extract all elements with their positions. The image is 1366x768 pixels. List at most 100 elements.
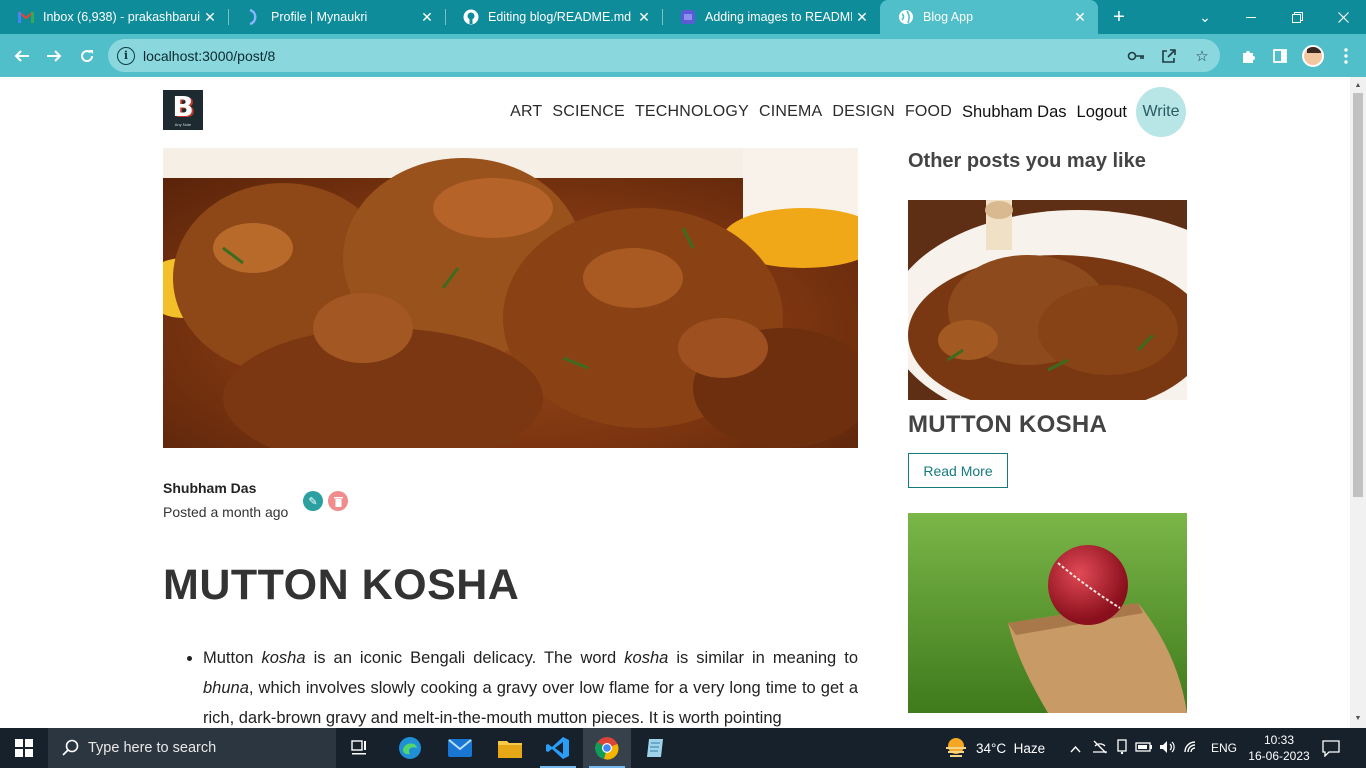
nav-science[interactable]: SCIENCE [552, 103, 625, 121]
main-nav: ART SCIENCE TECHNOLOGY CINEMA DESIGN FOO… [500, 87, 1186, 137]
side-panel-icon[interactable] [1270, 46, 1290, 66]
address-bar[interactable]: i localhost:3000/post/8 ☆ [108, 39, 1220, 72]
share-icon[interactable] [1160, 47, 1178, 65]
write-button[interactable]: Write [1136, 87, 1186, 137]
page-icon [680, 9, 696, 25]
scrollbar-thumb[interactable] [1353, 93, 1363, 497]
close-tab-icon[interactable]: ✕ [417, 9, 437, 26]
taskbar-clock[interactable]: 10:33 16-06-2023 [1244, 732, 1314, 764]
weather-widget[interactable]: 34°C Haze [944, 728, 1045, 768]
url-text: localhost:3000/post/8 [143, 47, 276, 64]
windows-taskbar: Type here to search 34°C Haze ENG 10:33 … [0, 728, 1366, 768]
minimize-icon[interactable] [1228, 0, 1274, 34]
battery-icon[interactable] [1135, 741, 1153, 756]
tab-label: Profile | Mynaukri [271, 10, 368, 24]
related-post-image[interactable] [908, 513, 1187, 713]
page-viewport: B Any Note ART SCIENCE TECHNOLOGY CINEMA… [0, 77, 1350, 728]
related-post-image[interactable] [908, 200, 1187, 400]
clock-date: 16-06-2023 [1248, 749, 1310, 763]
close-tab-icon[interactable]: ✕ [1070, 9, 1090, 26]
taskbar-search-box[interactable]: Type here to search [48, 728, 336, 768]
body-text: Mutton [203, 649, 262, 667]
edit-post-icon[interactable]: ✎ [303, 491, 323, 511]
network-off-icon[interactable] [1091, 740, 1109, 757]
body-text: is similar in meaning to [668, 649, 858, 667]
weather-text: 34°C Haze [976, 740, 1046, 756]
scroll-down-icon[interactable]: ▼ [1350, 712, 1366, 726]
bookmark-star-icon[interactable]: ☆ [1193, 47, 1211, 65]
tab-gmail[interactable]: Inbox (6,938) - prakashbaruiž ✕ [0, 0, 228, 34]
page-scrollbar[interactable]: ▲ ▼ [1350, 77, 1366, 728]
post-title: MUTTON KOSHA [163, 561, 520, 609]
post-body: Mutton kosha is an iconic Bengali delica… [163, 643, 858, 728]
nav-design[interactable]: DESIGN [832, 103, 895, 121]
vscode-icon[interactable] [534, 728, 582, 768]
tray-icons: ENG [1067, 728, 1237, 768]
tab-label: Blog App [923, 10, 974, 24]
edge-icon[interactable] [386, 728, 434, 768]
volume-icon[interactable] [1159, 740, 1177, 757]
chrome-icon[interactable] [583, 728, 631, 768]
post-author[interactable]: Shubham Das [163, 480, 256, 496]
restore-icon[interactable] [1274, 0, 1320, 34]
close-tab-icon[interactable]: ✕ [634, 9, 654, 26]
windows-start-icon[interactable] [0, 728, 48, 768]
tab-readme-images[interactable]: Adding images to README.r ✕ [662, 0, 880, 34]
browser-toolbar: i localhost:3000/post/8 ☆ [0, 34, 1366, 77]
new-tab-button[interactable]: + [1108, 6, 1130, 28]
mail-icon[interactable] [436, 728, 484, 768]
notepad-icon[interactable] [632, 728, 680, 768]
tab-label: Editing blog/README.md at [488, 10, 634, 24]
back-arrow-icon[interactable] [8, 42, 36, 70]
logout-link[interactable]: Logout [1077, 103, 1127, 122]
delete-post-icon[interactable] [328, 491, 348, 511]
logo-letter: B [172, 90, 194, 123]
reload-icon[interactable] [73, 42, 101, 70]
nav-username[interactable]: Shubham Das [962, 103, 1067, 122]
close-tab-icon[interactable]: ✕ [852, 9, 872, 26]
menu-dots-icon[interactable] [1336, 46, 1356, 66]
related-post-title[interactable]: MUTTON KOSHA [908, 411, 1107, 439]
nav-technology[interactable]: TECHNOLOGY [635, 103, 749, 121]
close-tab-icon[interactable]: ✕ [200, 9, 220, 26]
logo-tagline: Any Note [174, 122, 192, 127]
body-emphasis: kosha [261, 649, 306, 667]
device-icon[interactable] [1115, 738, 1129, 758]
nav-cinema[interactable]: CINEMA [759, 103, 822, 121]
tab-blog-app[interactable]: Blog App ✕ [880, 0, 1098, 34]
nav-food[interactable]: FOOD [905, 103, 952, 121]
body-emphasis: bhuna [203, 679, 249, 697]
post-hero-image [163, 148, 858, 448]
nav-art[interactable]: ART [510, 103, 542, 121]
key-icon[interactable] [1127, 47, 1145, 65]
file-explorer-icon[interactable] [486, 728, 534, 768]
body-text: , which involves slowly cooking a gravy … [203, 679, 858, 727]
wifi-icon[interactable] [1183, 740, 1201, 757]
sidebar-heading: Other posts you may like [908, 150, 1146, 172]
forward-arrow-icon[interactable] [40, 42, 68, 70]
read-more-button[interactable]: Read More [908, 453, 1008, 488]
close-window-icon[interactable] [1320, 0, 1366, 34]
globe-icon [898, 9, 914, 25]
site-info-icon[interactable]: i [117, 46, 135, 65]
github-icon [463, 9, 479, 25]
clock-time: 10:33 [1263, 733, 1295, 747]
tray-overflow-chevron-icon[interactable] [1067, 741, 1083, 756]
site-logo[interactable]: B Any Note [163, 90, 203, 130]
body-emphasis: kosha [624, 649, 669, 667]
extensions-icon[interactable] [1238, 46, 1258, 66]
tab-search-icon[interactable]: ⌄ [1182, 0, 1228, 34]
tab-mynaukri[interactable]: Profile | Mynaukri ✕ [228, 0, 445, 34]
tab-github[interactable]: Editing blog/README.md at ✕ [445, 0, 662, 34]
browser-tab-strip: Inbox (6,938) - prakashbaruiž ✕ Profile … [0, 0, 1366, 34]
post-paragraph: Mutton kosha is an iconic Bengali delica… [203, 643, 858, 728]
task-view-icon[interactable] [336, 728, 384, 768]
gmail-icon [18, 9, 34, 25]
scroll-up-icon[interactable]: ▲ [1350, 79, 1366, 93]
tab-label: Inbox (6,938) - prakashbaruiž [43, 10, 200, 24]
profile-avatar[interactable] [1302, 45, 1324, 67]
notification-icon[interactable] [1322, 728, 1340, 768]
search-icon [62, 739, 79, 756]
language-indicator[interactable]: ENG [1211, 741, 1237, 755]
post-date: Posted a month ago [163, 504, 289, 520]
